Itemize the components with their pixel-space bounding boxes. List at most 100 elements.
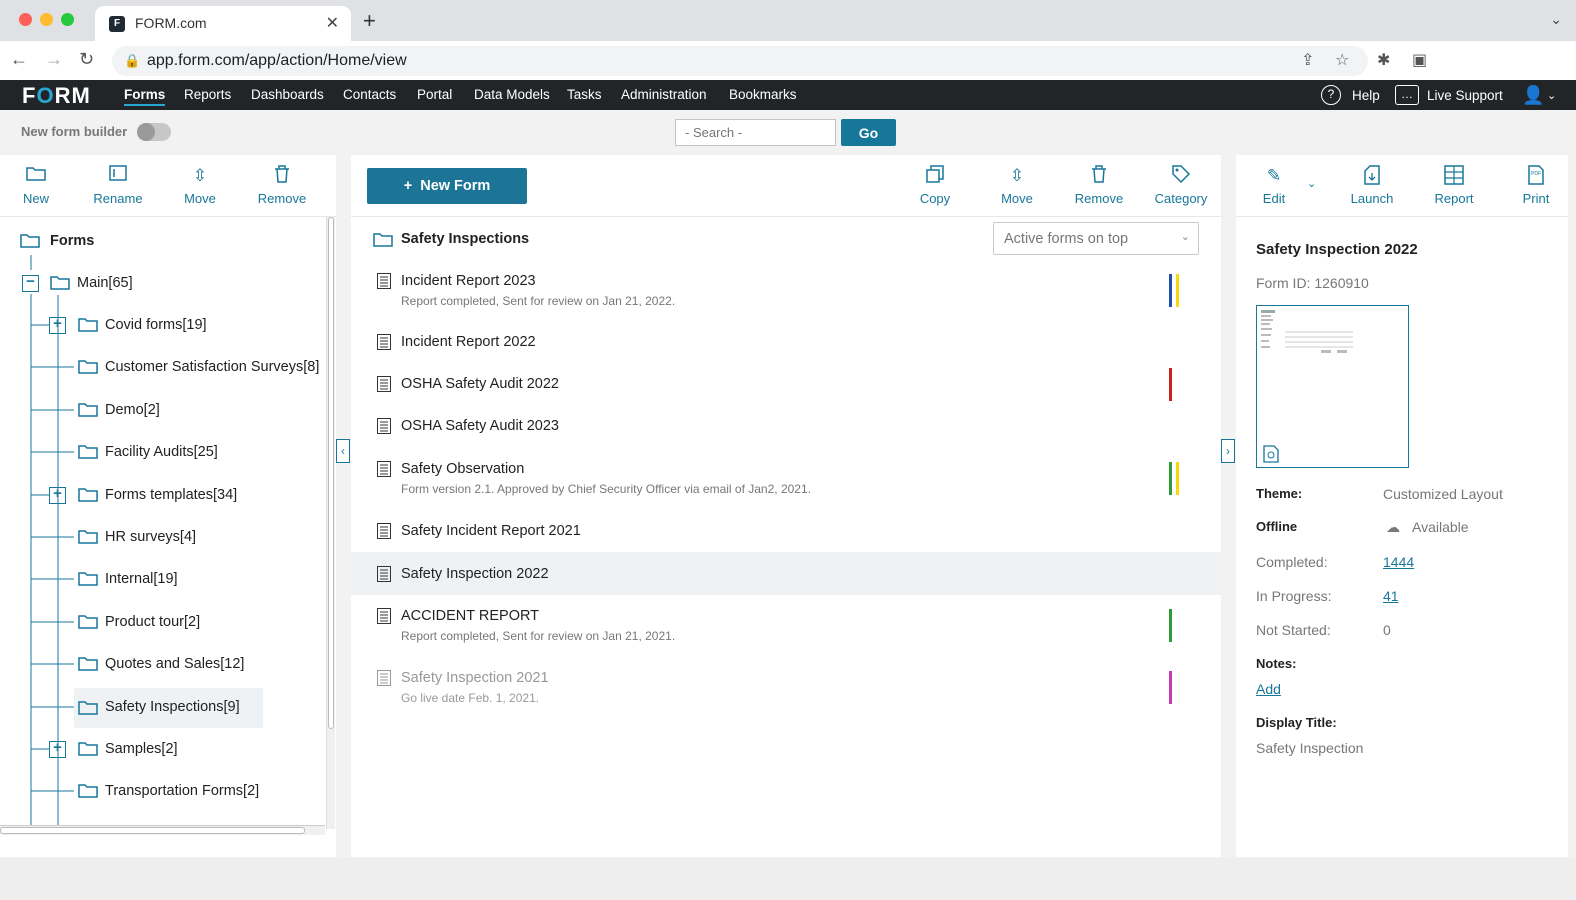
form-icon <box>377 461 391 477</box>
live-support-icon[interactable]: … <box>1395 85 1419 105</box>
user-menu-chevron-icon[interactable]: ⌄ <box>1547 89 1556 102</box>
expand-icon[interactable]: + <box>49 316 66 334</box>
form-row[interactable]: ACCIDENT REPORT Report completed, Sent f… <box>351 595 1221 657</box>
category-bar-green <box>1169 462 1172 495</box>
browser-tab[interactable]: F FORM.com ✕ <box>95 6 351 41</box>
new-tab-icon[interactable]: + <box>363 8 376 34</box>
horizontal-scrollbar[interactable] <box>0 825 325 835</box>
tree-folder[interactable]: + Samples[2] <box>48 735 328 765</box>
extensions-icon[interactable]: ✱ <box>1377 50 1390 70</box>
share-icon[interactable]: ⇪ <box>1301 50 1314 70</box>
form-logo[interactable]: FORM <box>22 83 91 109</box>
launch-button[interactable]: Launch <box>1348 155 1396 216</box>
close-window-button[interactable] <box>19 13 32 26</box>
remove-form-button[interactable]: Remove <box>1069 155 1129 216</box>
expand-icon[interactable]: + <box>49 740 66 758</box>
help-link[interactable]: Help <box>1352 88 1380 103</box>
report-button[interactable]: Report <box>1430 155 1478 216</box>
form-title: Safety Inspection 2022 <box>1256 241 1418 258</box>
completed-link[interactable]: 1444 <box>1383 554 1414 570</box>
form-row[interactable]: OSHA Safety Audit 2022 <box>351 362 1221 404</box>
forward-icon[interactable]: → <box>45 49 63 70</box>
sub-toolbar: New form builder Go <box>0 110 1576 154</box>
new-form-builder-toggle[interactable] <box>137 123 171 141</box>
form-row-inactive[interactable]: Safety Inspection 2021 Go live date Feb.… <box>351 657 1221 719</box>
folder-icon <box>78 572 98 586</box>
nav-data-models[interactable]: Data Models <box>474 87 550 102</box>
display-title-value: Safety Inspection <box>1256 740 1364 756</box>
help-icon[interactable]: ? <box>1321 85 1341 105</box>
nav-portal[interactable]: Portal <box>417 87 452 102</box>
expand-right-panel-icon[interactable]: › <box>1221 439 1235 463</box>
form-row[interactable]: Safety Observation Form version 2.1. App… <box>351 447 1221 509</box>
category-button[interactable]: Category <box>1149 155 1213 216</box>
category-bar-green <box>1169 609 1172 642</box>
move-form-button[interactable]: ⇳ Move <box>993 155 1041 216</box>
form-row[interactable]: OSHA Safety Audit 2023 <box>351 404 1221 447</box>
edit-dropdown-chevron-icon[interactable]: ⌄ <box>1307 177 1316 190</box>
form-thumbnail[interactable] <box>1256 305 1409 468</box>
nav-tasks[interactable]: Tasks <box>567 87 602 102</box>
form-icon <box>377 376 391 392</box>
tree-folder-selected[interactable]: Safety Inspections[9] <box>74 688 263 728</box>
tag-icon <box>1149 165 1213 187</box>
app-nav-bar: FORM Forms Reports Dashboards Contacts P… <box>0 80 1576 110</box>
collapse-left-panel-icon[interactable]: ‹ <box>336 439 350 463</box>
nav-contacts[interactable]: Contacts <box>343 87 396 102</box>
copy-button[interactable]: Copy <box>911 155 959 216</box>
collapse-icon[interactable]: − <box>22 274 39 292</box>
form-row[interactable]: Incident Report 2023 Report completed, S… <box>351 260 1221 320</box>
tree-folder[interactable]: + Forms templates[34] <box>48 481 328 511</box>
form-icon <box>377 608 391 624</box>
launch-icon <box>1348 165 1396 187</box>
live-support-link[interactable]: Live Support <box>1427 88 1503 103</box>
folder-icon <box>78 742 98 756</box>
sort-select[interactable]: Active forms on top ⌄ <box>993 222 1199 255</box>
nav-forms[interactable]: Forms <box>124 87 166 106</box>
new-form-button[interactable]: + New Form <box>367 168 527 204</box>
tab-menu-chevron-icon[interactable]: ⌄ <box>1550 11 1562 28</box>
tree-folder[interactable]: Customer Satisfaction Surveys[8] <box>48 353 326 383</box>
category-bar-blue <box>1169 274 1172 307</box>
in-progress-link[interactable]: 41 <box>1383 588 1399 604</box>
notes-add-link[interactable]: Add <box>1256 681 1281 697</box>
side-panel-icon[interactable]: ▣ <box>1412 50 1427 70</box>
edit-button[interactable]: ✎ Edit <box>1250 155 1298 216</box>
tree-folder[interactable]: + Covid forms[19] <box>48 311 328 341</box>
url-field[interactable]: 🔒 app.form.com/app/action/Home/view <box>112 46 1368 76</box>
folder-icon <box>78 701 98 715</box>
back-icon[interactable]: ← <box>10 49 28 70</box>
form-row-selected[interactable]: Safety Inspection 2022 <box>351 552 1221 595</box>
tree-folder[interactable]: Transportation Forms[2] <box>48 777 328 807</box>
nav-administration[interactable]: Administration <box>621 87 707 102</box>
reload-icon[interactable]: ↻ <box>79 49 94 70</box>
vertical-scrollbar[interactable] <box>326 217 335 829</box>
nav-reports[interactable]: Reports <box>184 87 231 102</box>
tree-folder[interactable]: Product tour[2] <box>48 608 328 638</box>
move-icon: ⇳ <box>1009 166 1025 185</box>
go-button[interactable]: Go <box>841 119 896 146</box>
folder-icon <box>50 276 70 290</box>
expand-icon[interactable]: + <box>49 486 66 504</box>
user-avatar-icon[interactable]: 👤 <box>1522 85 1544 105</box>
form-row[interactable]: Incident Report 2022 <box>351 320 1221 362</box>
nav-bookmarks[interactable]: Bookmarks <box>729 87 797 102</box>
tree-folder[interactable]: Facility Audits[25] <box>48 438 328 468</box>
nav-dashboards[interactable]: Dashboards <box>251 87 324 102</box>
folder-panel: New Rename ⇳ Move Remove Forms − Main[65… <box>0 155 336 857</box>
folder-icon <box>78 784 98 798</box>
form-row[interactable]: Safety Incident Report 2021 <box>351 509 1221 552</box>
tree-folder[interactable]: Demo[2] <box>48 396 328 426</box>
close-tab-icon[interactable]: ✕ <box>326 13 339 33</box>
search-input[interactable] <box>675 119 836 146</box>
maximize-window-button[interactable] <box>61 13 74 26</box>
report-icon <box>1430 165 1478 187</box>
form-icon <box>377 418 391 434</box>
tree-folder[interactable]: Quotes and Sales[12] <box>48 650 328 680</box>
tree-folder[interactable]: HR surveys[4] <box>48 523 328 553</box>
minimize-window-button[interactable] <box>40 13 53 26</box>
print-button[interactable]: PDF Print <box>1512 155 1560 216</box>
form-icon <box>377 273 391 289</box>
bookmark-star-icon[interactable]: ☆ <box>1335 50 1349 70</box>
tree-folder[interactable]: Internal[19] <box>48 565 328 595</box>
